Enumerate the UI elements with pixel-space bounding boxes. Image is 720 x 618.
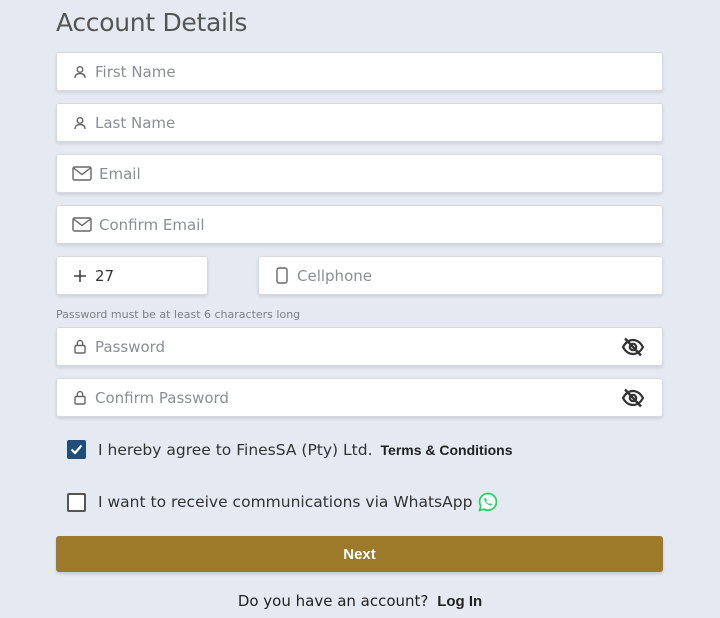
phone-icon <box>271 265 293 287</box>
whatsapp-checkbox[interactable] <box>67 492 86 512</box>
terms-row: I hereby agree to FinesSA (Pty) Ltd. Ter… <box>67 440 512 459</box>
plus-icon <box>69 265 91 287</box>
country-code-field[interactable] <box>56 256 289 295</box>
whatsapp-label: I want to receive communications via Wha… <box>98 493 473 511</box>
mail-icon <box>69 163 95 185</box>
lock-icon <box>69 336 91 358</box>
next-button[interactable]: Next <box>56 536 663 572</box>
whatsapp-row: I want to receive communications via Wha… <box>67 492 498 512</box>
eye-off-icon[interactable] <box>620 336 646 358</box>
terms-label: I hereby agree to FinesSA (Pty) Ltd. <box>98 440 373 459</box>
user-icon <box>69 112 91 134</box>
login-prompt: Do you have an account? <box>237 592 429 610</box>
first-name-input[interactable] <box>91 53 662 90</box>
cellphone-field[interactable] <box>258 256 663 295</box>
eye-off-icon[interactable] <box>620 387 646 409</box>
mail-icon <box>69 214 95 236</box>
password-field[interactable] <box>56 327 663 366</box>
lock-icon <box>69 387 91 409</box>
first-name-field[interactable] <box>56 52 663 91</box>
password-hint: Password must be at least 6 characters l… <box>56 308 301 321</box>
terms-link[interactable]: Terms & Conditions <box>381 442 513 458</box>
cellphone-input[interactable] <box>293 257 662 294</box>
email-field[interactable] <box>56 154 663 193</box>
confirm-email-input[interactable] <box>95 206 662 243</box>
email-input[interactable] <box>95 155 662 192</box>
page-title: Account Details <box>56 8 248 37</box>
footer: Do you have an account? Log In <box>0 592 720 610</box>
last-name-input[interactable] <box>91 104 662 141</box>
password-input[interactable] <box>91 328 620 365</box>
user-icon <box>69 61 91 83</box>
last-name-field[interactable] <box>56 103 663 142</box>
confirm-password-input[interactable] <box>91 379 620 416</box>
whatsapp-icon <box>478 492 498 512</box>
confirm-password-field[interactable] <box>56 378 663 417</box>
terms-checkbox[interactable] <box>67 440 86 459</box>
confirm-email-field[interactable] <box>56 205 663 244</box>
login-link[interactable]: Log In <box>437 593 482 610</box>
